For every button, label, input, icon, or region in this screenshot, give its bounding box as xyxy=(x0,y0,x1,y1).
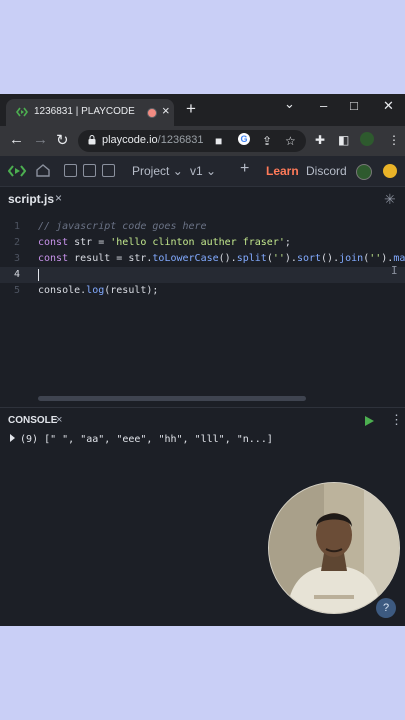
console-output-line[interactable]: (9) [" ", "aa", "eee", "hh", "lll", "n..… xyxy=(10,434,273,445)
line-number: 2 xyxy=(13,237,20,248)
close-file-icon[interactable]: × xyxy=(55,191,62,205)
add-button[interactable]: + xyxy=(240,160,249,178)
playcode-logo-icon[interactable] xyxy=(8,163,26,179)
code-text: (result); xyxy=(104,285,159,296)
forward-arrow-icon[interactable]: → xyxy=(33,131,48,148)
google-icon[interactable]: G xyxy=(238,133,250,145)
line-number: 3 xyxy=(13,253,20,264)
code-function: log xyxy=(86,285,105,296)
chevron-down-icon: ⌄ xyxy=(206,164,217,178)
code-line: 5 console.log(result); xyxy=(0,283,405,299)
code-function: toLowerCase xyxy=(152,253,219,264)
lock-icon xyxy=(88,135,96,145)
code-text: ). xyxy=(284,253,297,264)
console-header: CONSOLE × ⋮ xyxy=(0,407,405,434)
horizontal-scrollbar[interactable] xyxy=(38,396,306,401)
profile-avatar-icon[interactable] xyxy=(360,132,374,146)
code-line: 3 const result = str.toLowerCase().split… xyxy=(0,251,405,267)
code-function: ma xyxy=(393,253,405,264)
camera-icon[interactable]: ■ xyxy=(215,134,222,148)
share-icon[interactable]: ⇪ xyxy=(262,134,272,148)
project-label: Project xyxy=(132,164,170,178)
url-domain: playcode.io xyxy=(102,134,158,146)
code-string: '' xyxy=(369,253,382,264)
tab-search-icon[interactable]: ⌄ xyxy=(284,96,295,112)
close-tab-icon[interactable]: × xyxy=(162,103,170,118)
browser-tab[interactable]: 1236831 | PLAYCODE × xyxy=(6,99,174,126)
address-bar[interactable]: playcode.io/1236831 ■ G ⇪ ☆ xyxy=(78,130,306,152)
version-label: v1 xyxy=(190,164,203,178)
code-text: (). xyxy=(321,253,340,264)
code-function: sort xyxy=(296,253,322,264)
side-panel-icon[interactable]: ◧ xyxy=(338,133,349,147)
line-number: 4 xyxy=(13,269,20,280)
console-output-text: (9) [" ", "aa", "eee", "hh", "lll", "n..… xyxy=(20,434,273,445)
minimize-button[interactable]: – xyxy=(320,98,327,113)
maximize-button[interactable]: □ xyxy=(350,98,358,113)
close-window-button[interactable]: ✕ xyxy=(383,98,394,114)
back-arrow-icon[interactable]: ← xyxy=(9,131,24,148)
code-text: str = xyxy=(68,237,111,248)
menu-dots-icon[interactable]: ⋮ xyxy=(390,412,403,428)
code-text: ). xyxy=(381,253,394,264)
close-console-icon[interactable]: × xyxy=(56,414,62,426)
code-keyword: const xyxy=(38,237,69,248)
app-header: Project ⌄ v1 ⌄ + Learn Discord xyxy=(0,156,405,187)
layout-right-icon[interactable] xyxy=(102,164,115,177)
new-tab-button[interactable]: + xyxy=(186,99,196,119)
line-number: 5 xyxy=(13,285,20,296)
code-text: ; xyxy=(284,237,291,248)
code-function: split xyxy=(236,253,267,264)
menu-dots-icon[interactable]: ⋮ xyxy=(388,133,400,147)
run-icon[interactable] xyxy=(365,416,374,426)
version-menu[interactable]: v1 ⌄ xyxy=(190,164,216,178)
home-icon[interactable] xyxy=(36,164,50,177)
webcam-overlay xyxy=(268,482,400,614)
theme-toggle-icon[interactable] xyxy=(383,164,397,178)
text-cursor xyxy=(38,269,39,281)
help-button[interactable]: ? xyxy=(376,598,396,618)
code-text: result = str. xyxy=(68,253,153,264)
browser-window: 1236831 | PLAYCODE × + ⌄ – □ ✕ ← → ↻ pla… xyxy=(0,94,405,626)
discord-link[interactable]: Discord xyxy=(306,164,347,178)
file-tabs: script.js × ✳ xyxy=(0,187,405,214)
code-line: 1 // javascript code goes here xyxy=(0,219,405,235)
chevron-down-icon: ⌄ xyxy=(172,164,183,178)
mouse-ibeam-icon: I xyxy=(391,264,398,277)
navigation-bar: ← → ↻ playcode.io/1236831 ■ G ⇪ ☆ ✚ ◧ ⋮ xyxy=(0,126,405,156)
expand-triangle-icon[interactable] xyxy=(10,434,15,442)
code-comment: // javascript code goes here xyxy=(38,221,207,232)
project-menu[interactable]: Project ⌄ xyxy=(132,164,183,178)
playcode-logo-icon xyxy=(16,107,28,117)
console-title: CONSOLE xyxy=(8,415,58,426)
code-string: '' xyxy=(272,253,285,264)
code-string: 'hello clinton auther fraser' xyxy=(110,237,285,248)
recording-icon xyxy=(147,108,157,118)
layout-bottom-icon[interactable] xyxy=(83,164,96,177)
line-number: 1 xyxy=(13,221,20,232)
code-line-active: 4 xyxy=(0,267,405,283)
reload-icon[interactable]: ↻ xyxy=(56,131,69,149)
url-text: playcode.io/1236831 xyxy=(102,134,204,146)
layout-left-icon[interactable] xyxy=(64,164,77,177)
bookmark-star-icon[interactable]: ☆ xyxy=(285,134,296,148)
code-text: console. xyxy=(38,285,87,296)
user-avatar[interactable] xyxy=(356,164,372,180)
code-text: (). xyxy=(218,253,237,264)
code-editor[interactable]: 1 // javascript code goes here 2 const s… xyxy=(0,214,405,409)
tab-strip: 1236831 | PLAYCODE × + ⌄ – □ ✕ xyxy=(0,94,405,126)
file-tab-script[interactable]: script.js xyxy=(8,192,54,206)
url-path: /1236831 xyxy=(157,134,204,146)
code-keyword: const xyxy=(38,253,69,264)
tab-title: 1236831 | PLAYCODE xyxy=(34,106,135,117)
code-function: join xyxy=(339,253,364,264)
learn-link[interactable]: Learn xyxy=(266,164,299,178)
extensions-puzzle-icon[interactable]: ✚ xyxy=(315,133,325,147)
code-line: 2 const str = 'hello clinton auther fras… xyxy=(0,235,405,251)
sparkle-icon[interactable]: ✳ xyxy=(384,191,396,208)
webcam-person-image xyxy=(269,483,399,613)
